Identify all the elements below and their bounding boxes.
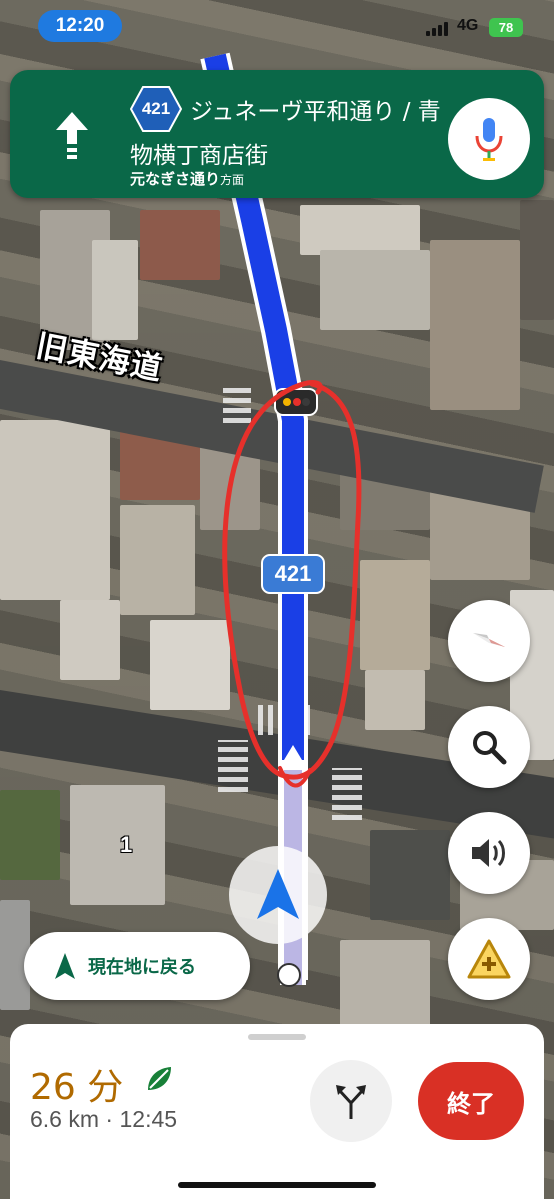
alternate-routes-button[interactable] [310,1060,392,1142]
alternate-routes-icon [336,1085,366,1119]
battery-indicator: 78 [489,18,523,37]
signal-icon [426,20,452,36]
recenter-label: 現在地に戻る [88,957,196,978]
drag-handle[interactable] [248,1034,306,1040]
eta-minutes: 26 分 [30,1067,124,1108]
search-button[interactable] [448,706,530,788]
street-name-line1: ジュネーヴ平和通り / 青 [190,99,441,125]
sound-button[interactable] [448,812,530,894]
network-type: 4G [457,17,479,34]
exit-navigation-button[interactable]: 終了 [418,1062,524,1140]
destination-dot [277,963,301,987]
search-icon [473,731,507,765]
current-location-puck[interactable] [229,846,327,944]
straight-arrow-icon [56,112,88,159]
status-bar: 12:20 4G 78 [0,0,554,56]
report-incident-icon [467,939,511,979]
route-shield: 421 [261,554,325,594]
trip-details: 6.6 km · 12:45 [30,1106,177,1133]
street-name-line2: 物横丁商店街 [130,143,268,169]
trip-distance: 6.6 km [30,1106,100,1132]
speaker-icon [472,839,505,867]
report-incident-button[interactable] [448,918,530,1000]
compass-button[interactable] [448,600,530,682]
toward-suffix: 方面 [220,173,245,187]
navigation-arrow-icon [257,869,299,919]
trip-summary-sheet[interactable]: 26 分 6.6 km · 12:45 終了 [10,1024,544,1199]
route-number: 421 [141,99,171,118]
status-time: 12:20 [38,10,122,42]
microphone-icon [475,118,503,161]
toward-direction: 元なぎさ通り方面 [130,168,244,189]
recenter-button[interactable]: 現在地に戻る [24,932,250,1000]
toward-name: 元なぎさ通り [130,170,221,188]
home-indicator[interactable] [178,1182,376,1188]
leaf-icon [148,1067,171,1090]
compass-icon [473,633,505,647]
voice-search-button[interactable] [448,98,530,180]
separator: · [105,1106,120,1132]
arrival-time: 12:45 [119,1106,178,1132]
block-number: 1 [120,832,133,857]
recenter-arrow-icon [55,953,75,979]
